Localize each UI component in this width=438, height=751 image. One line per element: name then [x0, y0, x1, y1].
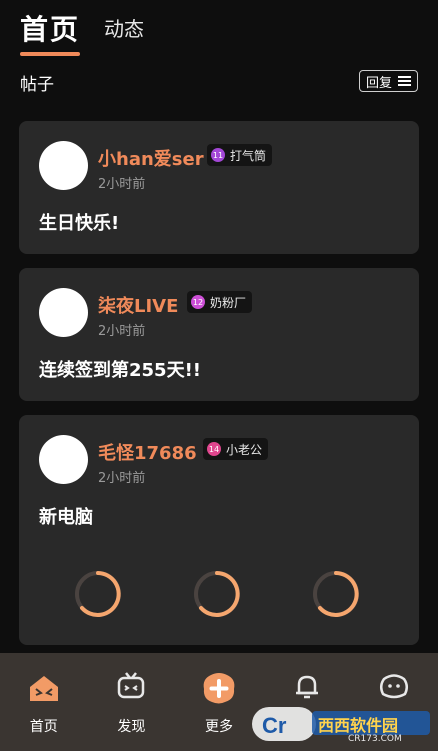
plus-icon [203, 673, 235, 704]
post-time: 2小时前 [98, 324, 146, 339]
nav-label: 首页 [29, 719, 58, 735]
post-card[interactable]: 小han爱ser 11 打气筒 2小时前 生日快乐! [19, 121, 419, 254]
image-loading-spinner [194, 571, 240, 617]
level-icon: 12 [191, 295, 205, 309]
menu-icon [398, 76, 411, 86]
avatar[interactable] [39, 435, 88, 484]
svg-text:Cr: Cr [262, 713, 287, 738]
nav-home[interactable]: 首页 [0, 653, 88, 751]
username[interactable]: 柒夜LIVE [98, 292, 178, 318]
tab-dynamic[interactable]: 动态 [104, 13, 144, 56]
badge-label: 打气筒 [230, 148, 267, 163]
user-badge: 12 奶粉厂 [187, 291, 253, 313]
image-loading-spinner [313, 571, 359, 617]
user-badge: 14 小老公 [203, 438, 269, 460]
post-content: 连续签到第255天!! [39, 360, 201, 381]
post-time: 2小时前 [98, 177, 146, 192]
level-icon: 14 [207, 442, 221, 456]
avatar[interactable] [39, 288, 88, 337]
post-content: 生日快乐! [39, 213, 120, 234]
level-icon: 11 [211, 148, 225, 162]
post-card[interactable]: 柒夜LIVE 12 奶粉厂 2小时前 连续签到第255天!! [19, 268, 419, 401]
nav-label: 更多 [204, 719, 233, 735]
tv-icon [118, 672, 145, 699]
home-icon [29, 676, 58, 701]
bell-icon [295, 675, 318, 699]
post-card[interactable]: 毛怪17686 14 小老公 2小时前 新电脑 [19, 415, 419, 645]
watermark: Cr 西西软件园 CR173.COM [252, 703, 432, 745]
nav-label: 发现 [117, 719, 146, 735]
face-icon [380, 674, 409, 699]
user-badge: 11 打气筒 [207, 144, 273, 166]
tab-home[interactable]: 首页 [20, 8, 81, 56]
post-time: 2小时前 [98, 471, 146, 486]
nav-discover[interactable]: 发现 [88, 653, 176, 751]
top-tabs: 首页 动态 [20, 8, 144, 56]
post-content: 新电脑 [39, 507, 93, 528]
badge-label: 奶粉厂 [210, 295, 247, 310]
username[interactable]: 小han爱ser [98, 145, 204, 171]
watermark-url: CR173.COM [348, 734, 402, 744]
avatar[interactable] [39, 141, 88, 190]
sort-reply-button[interactable]: 回复 [358, 70, 418, 92]
section-title: 帖子 [20, 75, 54, 95]
watermark-brand: 西西软件园 [318, 716, 399, 735]
nav-more[interactable]: 更多 [175, 653, 263, 751]
image-loading-spinner [75, 571, 121, 617]
reply-label: 回复 [365, 75, 392, 91]
badge-label: 小老公 [226, 442, 263, 457]
username[interactable]: 毛怪17686 [98, 439, 197, 465]
